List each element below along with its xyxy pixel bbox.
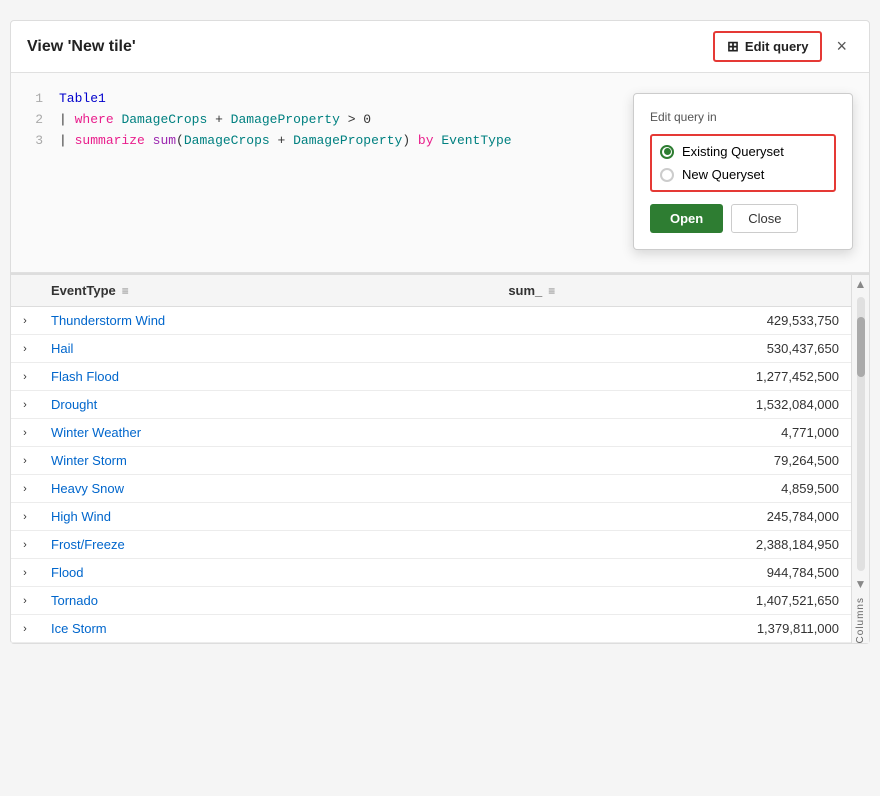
popup-label: Edit query in [650,110,836,124]
sum-cell: 1,379,811,000 [496,615,851,643]
event-type-cell: Tornado [39,587,496,615]
event-type-label: EventType [51,283,116,298]
table-row: ›Flood944,784,500 [11,559,851,587]
sum-cell: 429,533,750 [496,307,851,335]
table-area: EventType ≡ sum_ ≡ [11,273,869,643]
edit-query-icon: ⊞ [727,38,739,55]
table-row: ›Tornado1,407,521,650 [11,587,851,615]
col-event-type: EventType ≡ [39,275,496,307]
event-type-cell: High Wind [39,503,496,531]
sum-cell: 1,277,452,500 [496,363,851,391]
expand-cell[interactable]: › [11,307,39,335]
scroll-panel: ▲ ▼ Columns [851,275,869,643]
event-type-cell: Thunderstorm Wind [39,307,496,335]
event-type-cell: Winter Weather [39,419,496,447]
event-type-cell: Hail [39,335,496,363]
event-type-cell: Frost/Freeze [39,531,496,559]
scroll-up-arrow[interactable]: ▲ [853,275,869,293]
edit-query-popup: Edit query in Existing Queryset New Quer… [633,93,853,250]
sum-cell: 245,784,000 [496,503,851,531]
col-expand [11,275,39,307]
event-type-cell: Winter Storm [39,447,496,475]
table-row: ›Winter Weather4,771,000 [11,419,851,447]
expand-cell[interactable]: › [11,363,39,391]
table-row: ›Thunderstorm Wind429,533,750 [11,307,851,335]
event-type-cell: Ice Storm [39,615,496,643]
existing-queryset-option[interactable]: Existing Queryset [660,144,826,159]
edit-query-label: Edit query [745,39,809,54]
open-button[interactable]: Open [650,204,723,233]
col-sum: sum_ ≡ [496,275,851,307]
table-row: ›Frost/Freeze2,388,184,950 [11,531,851,559]
expand-cell[interactable]: › [11,503,39,531]
event-type-cell: Flood [39,559,496,587]
expand-cell[interactable]: › [11,475,39,503]
table-row: ›Heavy Snow4,859,500 [11,475,851,503]
data-table: EventType ≡ sum_ ≡ [11,275,851,643]
table-row: ›Drought1,532,084,000 [11,391,851,419]
new-queryset-label: New Queryset [682,167,764,182]
header: View 'New tile' ⊞ Edit query × [11,21,869,73]
expand-cell[interactable]: › [11,391,39,419]
columns-label: Columns [855,597,866,643]
table-wrapper: EventType ≡ sum_ ≡ [11,275,869,643]
new-queryset-option[interactable]: New Queryset [660,167,826,182]
main-container: View 'New tile' ⊞ Edit query × 1 Table1 … [10,20,870,644]
popup-options: Existing Queryset New Queryset [650,134,836,192]
sum-cell: 4,771,000 [496,419,851,447]
scrollbar-track [857,297,865,571]
table-row: ›Winter Storm79,264,500 [11,447,851,475]
expand-cell[interactable]: › [11,587,39,615]
table-row: ›Ice Storm1,379,811,000 [11,615,851,643]
expand-cell[interactable]: › [11,447,39,475]
scrollbar-thumb[interactable] [857,317,865,377]
table-row: ›High Wind245,784,000 [11,503,851,531]
edit-query-button[interactable]: ⊞ Edit query [713,31,822,62]
header-right: ⊞ Edit query × [713,31,853,62]
expand-cell[interactable]: › [11,559,39,587]
sum-sort-icon[interactable]: ≡ [548,284,555,298]
new-queryset-radio[interactable] [660,168,674,182]
page-title: View 'New tile' [27,38,136,56]
event-type-cell: Drought [39,391,496,419]
code-area: 1 Table1 2 | where DamageCrops + DamageP… [11,73,869,273]
sum-cell: 4,859,500 [496,475,851,503]
expand-cell[interactable]: › [11,335,39,363]
existing-queryset-radio[interactable] [660,145,674,159]
sum-cell: 944,784,500 [496,559,851,587]
scroll-down-arrow[interactable]: ▼ [853,575,869,593]
sum-cell: 2,388,184,950 [496,531,851,559]
expand-cell[interactable]: › [11,531,39,559]
popup-close-button[interactable]: Close [731,204,798,233]
close-button[interactable]: × [830,34,853,59]
expand-cell[interactable]: › [11,615,39,643]
table-header-row: EventType ≡ sum_ ≡ [11,275,851,307]
sum-cell: 1,532,084,000 [496,391,851,419]
expand-cell[interactable]: › [11,419,39,447]
popup-buttons: Open Close [650,204,836,233]
sum-cell: 79,264,500 [496,447,851,475]
sum-cell: 1,407,521,650 [496,587,851,615]
event-type-sort-icon[interactable]: ≡ [122,284,129,298]
event-type-cell: Flash Flood [39,363,496,391]
sum-cell: 530,437,650 [496,335,851,363]
existing-queryset-label: Existing Queryset [682,144,784,159]
sum-label: sum_ [508,283,542,298]
table-row: ›Flash Flood1,277,452,500 [11,363,851,391]
table-row: ›Hail530,437,650 [11,335,851,363]
table-body: ›Thunderstorm Wind429,533,750›Hail530,43… [11,307,851,643]
event-type-cell: Heavy Snow [39,475,496,503]
